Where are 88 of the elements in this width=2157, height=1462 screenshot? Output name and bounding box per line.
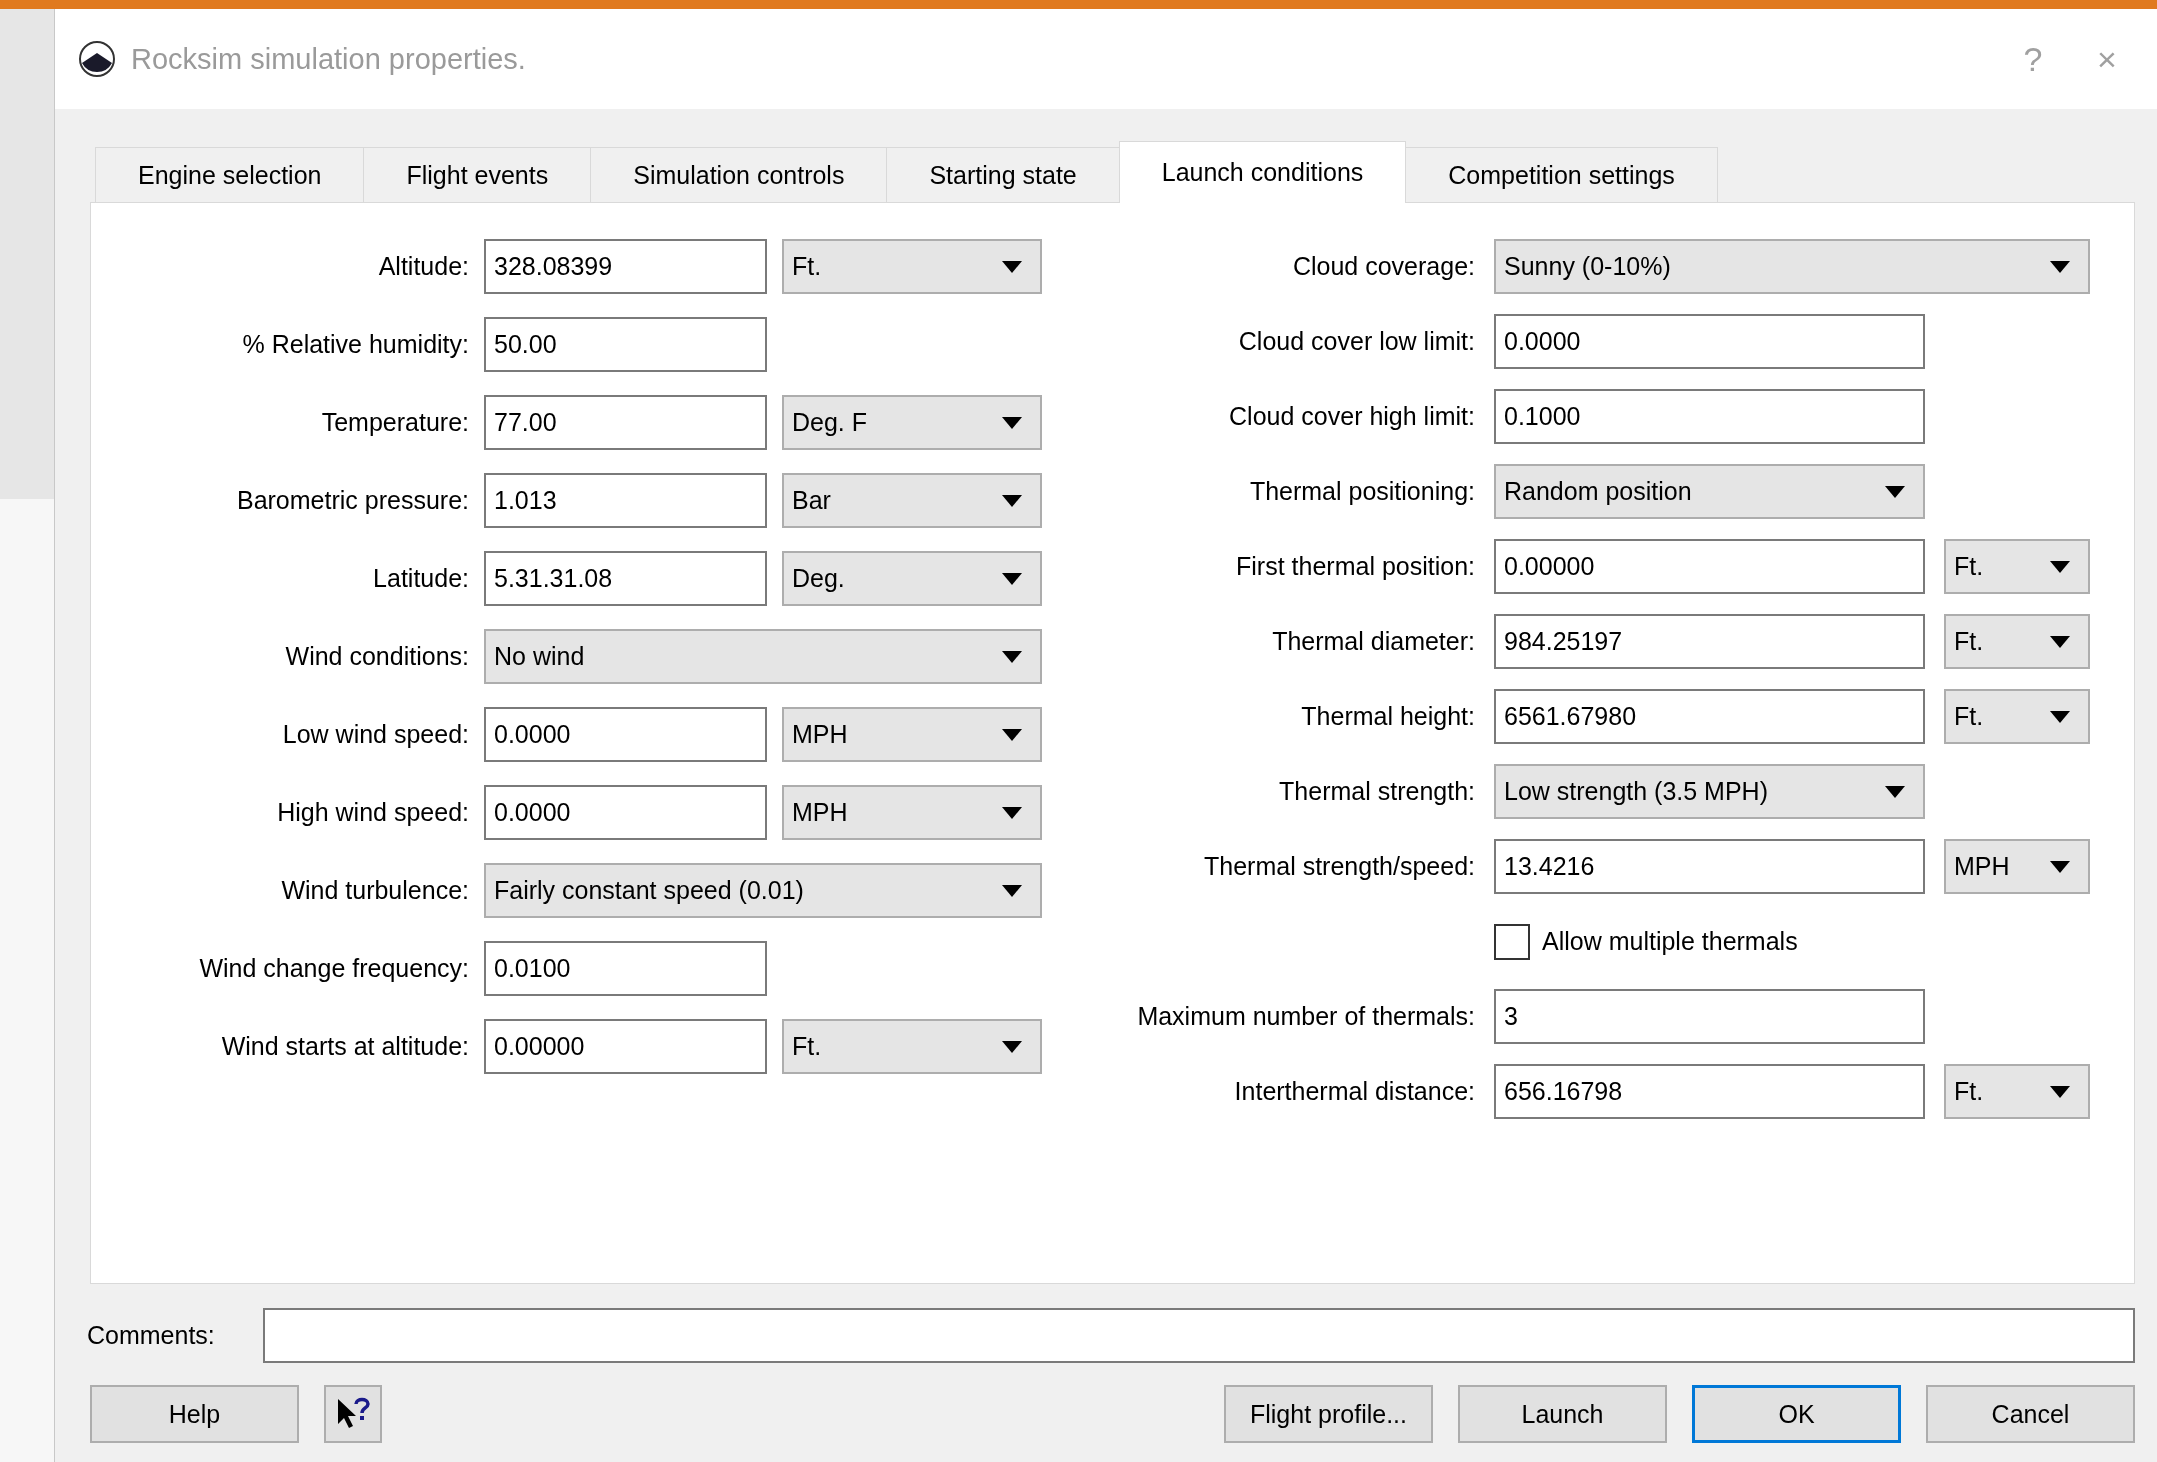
context-help-button[interactable] <box>324 1385 382 1443</box>
field-label: Barometric pressure: <box>235 486 469 515</box>
app-icon <box>77 39 117 79</box>
caret-icon <box>2050 860 2070 873</box>
unit-dropdown[interactable]: MPH <box>782 785 1042 840</box>
caret-icon <box>2050 260 2070 273</box>
field-label: Temperature: <box>320 408 469 437</box>
caret-icon <box>1002 494 1022 507</box>
unit-dropdown[interactable]: Ft. <box>1944 689 2090 744</box>
input-field[interactable]: 0.1000 <box>1494 389 1925 444</box>
unit-dropdown[interactable]: MPH <box>782 707 1042 762</box>
input-field[interactable]: 6561.67980 <box>1494 689 1925 744</box>
unit-dropdown[interactable]: Deg. F <box>782 395 1042 450</box>
caret-icon <box>1002 728 1022 741</box>
field-label: Cloud cover high limit: <box>1228 402 1475 431</box>
field-label: Cloud cover low limit: <box>1237 327 1475 356</box>
caret-icon <box>1002 416 1022 429</box>
unit-dropdown[interactable]: Ft. <box>782 239 1042 294</box>
unit-dropdown[interactable]: Deg. <box>782 551 1042 606</box>
input-field[interactable]: 984.25197 <box>1494 614 1925 669</box>
dialog-button[interactable]: Cancel <box>1926 1385 2135 1443</box>
caret-icon <box>1002 572 1022 585</box>
dialog-button[interactable]: Flight profile... <box>1224 1385 1433 1443</box>
input-field[interactable]: 77.00 <box>484 395 767 450</box>
field-label: Wind conditions: <box>284 642 469 671</box>
input-field[interactable]: 0.0000 <box>484 707 767 762</box>
field-label: Maximum number of thermals: <box>1136 1002 1475 1031</box>
window-title: Rocksim simulation properties. <box>131 42 527 76</box>
input-field[interactable]: 0.00000 <box>1494 539 1925 594</box>
field-label: Latitude: <box>372 564 469 593</box>
tab[interactable]: Launch conditions <box>1118 141 1407 203</box>
unit-dropdown[interactable]: Ft. <box>1944 539 2090 594</box>
input-field[interactable]: 0.00000 <box>484 1019 767 1074</box>
dropdown[interactable]: Sunny (0-10%) <box>1494 239 2090 294</box>
caret-icon <box>2050 560 2070 573</box>
checkbox[interactable] <box>1494 923 1530 960</box>
caret-icon <box>2050 635 2070 648</box>
field-label: Wind starts at altitude: <box>220 1032 469 1061</box>
caret-icon <box>1002 260 1022 273</box>
dropdown[interactable]: No wind <box>484 629 1042 684</box>
dropdown[interactable]: Random position <box>1494 464 1925 519</box>
field-label: % Relative humidity: <box>241 330 469 359</box>
input-field[interactable]: 0.0000 <box>484 785 767 840</box>
unit-dropdown[interactable]: Bar <box>782 473 1042 528</box>
unit-dropdown[interactable]: Ft. <box>1944 1064 2090 1119</box>
caret-icon <box>1002 650 1022 663</box>
field-label: First thermal position: <box>1235 552 1475 581</box>
input-field[interactable]: 1.013 <box>484 473 767 528</box>
dialog-button[interactable]: Help <box>90 1385 299 1443</box>
input-field[interactable]: 3 <box>1494 989 1925 1044</box>
caret-icon <box>2050 1085 2070 1098</box>
dialog-button[interactable]: OK <box>1692 1385 1901 1443</box>
comments-label: Comments: <box>87 1321 216 1350</box>
tab[interactable]: Competition settings <box>1405 147 1718 203</box>
field-label: Cloud coverage: <box>1291 252 1475 281</box>
dropdown[interactable]: Fairly constant speed (0.01) <box>484 863 1042 918</box>
field-label: Altitude: <box>377 252 469 281</box>
field-label: Thermal height: <box>1300 702 1475 731</box>
field-label: Thermal positioning: <box>1248 477 1475 506</box>
unit-dropdown[interactable]: Ft. <box>1944 614 2090 669</box>
input-field[interactable]: 5.31.31.08 <box>484 551 767 606</box>
input-field[interactable]: 0.0000 <box>1494 314 1925 369</box>
caret-icon <box>2050 710 2070 723</box>
unit-dropdown[interactable]: MPH <box>1944 839 2090 894</box>
checkbox-label: Allow multiple thermals <box>1542 927 1798 956</box>
field-label: High wind speed: <box>276 798 469 827</box>
field-label: Interthermal distance: <box>1233 1077 1475 1106</box>
tab[interactable]: Engine selection <box>95 147 365 203</box>
input-field[interactable]: 13.4216 <box>1494 839 1925 894</box>
field-label: Thermal strength: <box>1278 777 1475 806</box>
field-label: Wind change frequency: <box>198 954 469 983</box>
field-label: Thermal strength/speed: <box>1203 852 1475 881</box>
field-label: Thermal diameter: <box>1271 627 1475 656</box>
input-field[interactable]: 328.08399 <box>484 239 767 294</box>
input-field[interactable]: 0.0100 <box>484 941 767 996</box>
caret-icon <box>1002 806 1022 819</box>
caret-icon <box>1002 884 1022 897</box>
comments-field[interactable] <box>263 1308 2135 1363</box>
caret-icon <box>1885 785 1905 798</box>
caret-icon <box>1885 485 1905 498</box>
input-field[interactable]: 656.16798 <box>1494 1064 1925 1119</box>
caret-icon <box>1002 1040 1022 1053</box>
input-field[interactable]: 50.00 <box>484 317 767 372</box>
dropdown[interactable]: Low strength (3.5 MPH) <box>1494 764 1925 819</box>
field-label: Low wind speed: <box>281 720 469 749</box>
field-label: Wind turbulence: <box>280 876 469 905</box>
unit-dropdown[interactable]: Ft. <box>782 1019 1042 1074</box>
dialog-button[interactable]: Launch <box>1458 1385 1667 1443</box>
